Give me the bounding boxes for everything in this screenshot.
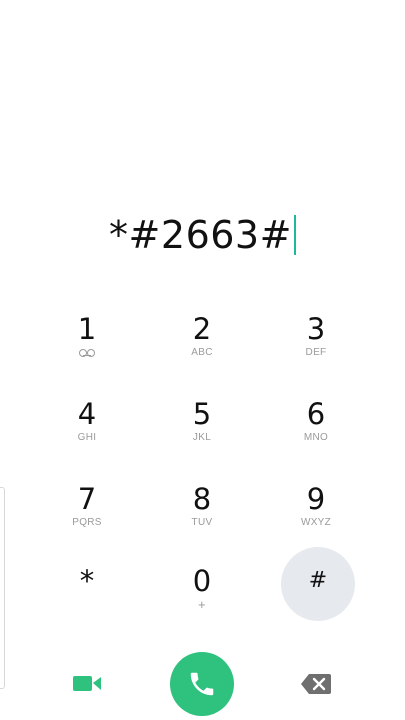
key-9[interactable]: 9 WXYZ bbox=[271, 483, 361, 551]
key-digit: 2 bbox=[192, 312, 212, 346]
key-letters: + bbox=[198, 597, 206, 612]
video-camera-icon bbox=[73, 676, 101, 691]
key-8[interactable]: 8 TUV bbox=[157, 483, 247, 551]
key-digit: 4 bbox=[77, 397, 97, 431]
key-digit: 1 bbox=[77, 312, 97, 346]
key-digit: 7 bbox=[77, 482, 97, 516]
key-7[interactable]: 7 PQRS bbox=[42, 483, 132, 551]
dialed-number: *#2663# bbox=[109, 213, 292, 257]
key-digit: 3 bbox=[306, 312, 326, 346]
edge-panel-handle[interactable] bbox=[0, 487, 5, 689]
key-2[interactable]: 2 ABC bbox=[157, 313, 247, 381]
key-hash[interactable]: # bbox=[273, 565, 363, 633]
key-letters: TUV bbox=[191, 517, 213, 528]
key-letters: DEF bbox=[305, 347, 327, 358]
key-star[interactable]: * bbox=[42, 565, 132, 633]
text-cursor bbox=[293, 215, 296, 255]
delete-button[interactable] bbox=[299, 671, 333, 697]
video-call-button[interactable] bbox=[70, 668, 104, 698]
key-letters: MNO bbox=[303, 432, 329, 443]
number-display[interactable]: *#2663# bbox=[0, 205, 405, 265]
key-letters: JKL bbox=[192, 432, 212, 443]
dialer-screen: *#2663# 1 2 ABC 3 DEF 4 GHI 5 JKL 6 MNO … bbox=[0, 0, 405, 720]
key-digit: 9 bbox=[306, 482, 326, 516]
key-digit: 5 bbox=[192, 397, 212, 431]
key-3[interactable]: 3 DEF bbox=[271, 313, 361, 381]
key-letters: WXYZ bbox=[300, 517, 332, 528]
key-1[interactable]: 1 bbox=[42, 313, 132, 381]
call-button[interactable] bbox=[170, 652, 234, 716]
voicemail-icon bbox=[79, 349, 95, 357]
key-0[interactable]: 0 + bbox=[157, 565, 247, 633]
key-digit: 6 bbox=[306, 397, 326, 431]
key-digit: 8 bbox=[192, 482, 212, 516]
key-digit: # bbox=[308, 568, 328, 593]
key-letters: PQRS bbox=[72, 517, 102, 528]
key-letters: ABC bbox=[191, 347, 213, 358]
backspace-icon bbox=[301, 674, 331, 694]
key-4[interactable]: 4 GHI bbox=[42, 398, 132, 466]
key-6[interactable]: 6 MNO bbox=[271, 398, 361, 466]
phone-icon bbox=[190, 672, 214, 696]
key-letters: GHI bbox=[77, 432, 97, 443]
key-digit: 0 bbox=[192, 564, 212, 598]
key-digit: * bbox=[79, 564, 95, 598]
key-5[interactable]: 5 JKL bbox=[157, 398, 247, 466]
